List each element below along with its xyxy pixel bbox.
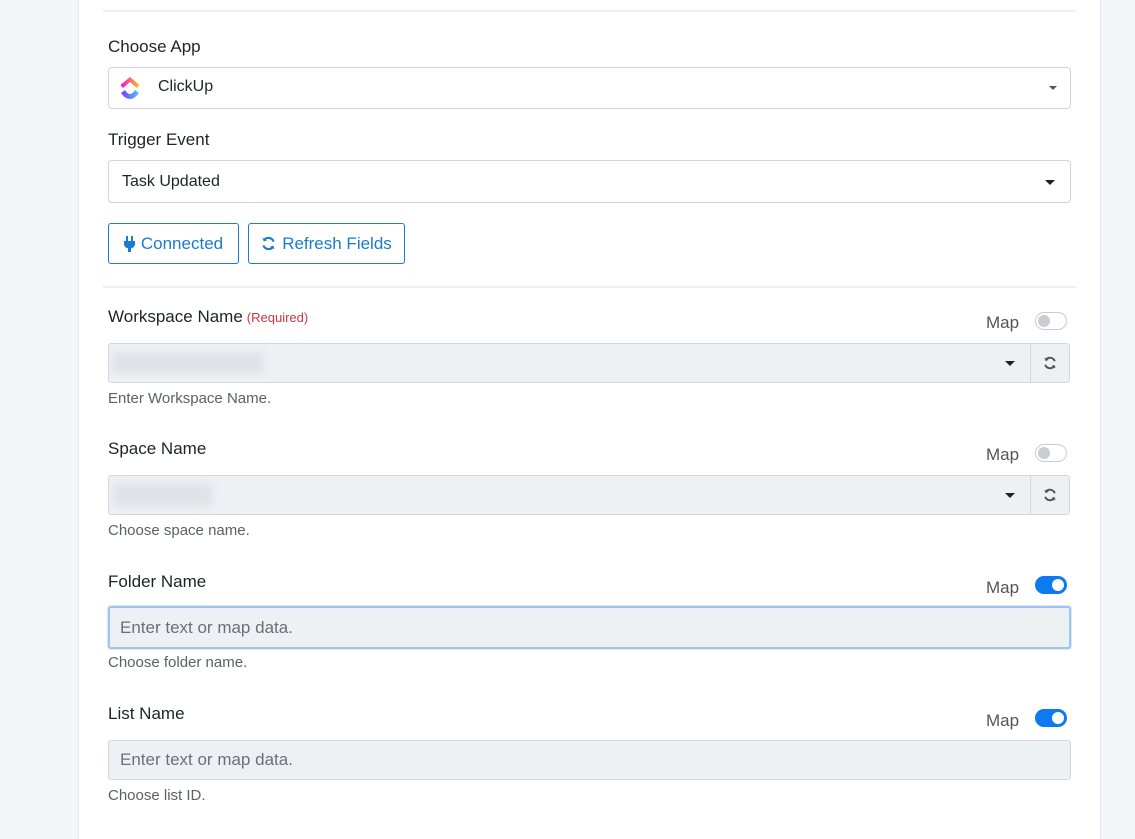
folder-map-toggle[interactable] [1035,576,1067,594]
connected-label: Connected [140,233,224,253]
toggle-knob [1052,579,1064,591]
space-map-label: Map [986,445,1020,464]
required-badge: (Required) [246,310,309,325]
workspace-name-text: Workspace Name [108,307,243,326]
chevron-down-icon [1045,179,1055,185]
list-map-toggle[interactable] [1035,709,1067,727]
toggle-knob [1038,447,1050,459]
folder-help-text: Choose folder name. [108,654,248,671]
workspace-help-text: Enter Workspace Name. [108,390,272,407]
trigger-config-card: Choose App ClickUp Trigger Event Task Up… [78,0,1101,839]
refresh-fields-button[interactable]: Refresh Fields [248,223,405,264]
choose-app-select[interactable]: ClickUp [108,67,1071,109]
list-name-input[interactable] [108,740,1071,780]
space-help-text: Choose space name. [108,522,250,539]
workspace-map-toggle[interactable] [1035,312,1067,330]
folder-name-label: Folder Name [108,572,207,591]
space-name-value [113,484,213,506]
toggle-knob [1038,315,1050,327]
chevron-down-icon [1049,86,1057,90]
refresh-fields-label: Refresh Fields [282,233,392,253]
toggle-knob [1052,712,1064,724]
choose-app-value: ClickUp [158,78,214,95]
space-map-toggle[interactable] [1035,444,1067,462]
space-name-select[interactable] [108,475,1031,515]
chevron-down-icon [1005,361,1015,366]
list-help-text: Choose list ID. [108,787,206,804]
space-name-label: Space Name [108,439,207,458]
trigger-event-select[interactable]: Task Updated [108,160,1071,203]
workspace-name-value [113,352,263,374]
folder-name-input[interactable] [108,606,1071,649]
workspace-name-label: Workspace Name (Required) [108,307,308,327]
trigger-event-label: Trigger Event [108,130,210,149]
refresh-icon [1044,488,1056,502]
list-map-label: Map [986,711,1020,730]
trigger-event-value: Task Updated [122,173,220,190]
connected-button[interactable]: Connected [108,223,239,264]
clickup-logo-icon [120,77,140,99]
folder-map-label: Map [986,578,1020,597]
workspace-name-select[interactable] [108,343,1031,383]
workspace-map-label: Map [986,313,1020,332]
space-refresh-button[interactable] [1031,475,1070,515]
refresh-icon [262,236,275,251]
refresh-icon [1044,356,1056,370]
chevron-down-icon [1005,493,1015,498]
choose-app-label: Choose App [108,37,201,56]
workspace-refresh-button[interactable] [1031,343,1070,383]
plug-icon [123,235,135,252]
divider [103,10,1076,12]
divider [103,286,1076,288]
list-name-label: List Name [108,704,185,723]
